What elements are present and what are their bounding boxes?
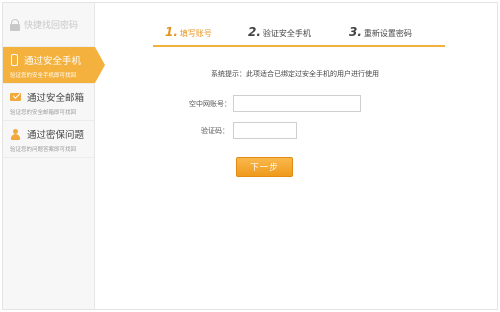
next-button[interactable]: 下一步: [236, 157, 293, 177]
captcha-row: 验证码：: [189, 122, 297, 139]
step-number: 2.: [248, 25, 261, 39]
sidebar: 快捷找回密码 通过安全手机 验证您的安全手机即可找回 通过安全邮箱 验证您的安全…: [3, 3, 105, 309]
sidebar-item-title: 通过安全手机: [24, 56, 82, 67]
step-progress: 1. 填写账号 2. 验证安全手机 3. 重新设置密码: [153, 25, 445, 47]
step-3: 3. 重新设置密码: [349, 25, 412, 39]
sidebar-item-phone[interactable]: 通过安全手机 验证您的安全手机即可找回: [3, 47, 105, 84]
sidebar-item-subtitle: 验证您的安全手机即可找回: [10, 73, 77, 79]
captcha-label: 验证码：: [201, 126, 229, 135]
step-label: 重新设置密码: [363, 29, 412, 38]
sidebar-item-title: 通过安全邮箱: [27, 93, 85, 104]
sidebar-item-subtitle: 验证您的安全邮箱即可找回: [10, 110, 77, 116]
captcha-input[interactable]: [233, 122, 297, 139]
user-icon: [10, 128, 21, 140]
recovery-panel: 快捷找回密码 通过安全手机 验证您的安全手机即可找回 通过安全邮箱 验证您的安全…: [2, 2, 498, 310]
sidebar-item-security-question[interactable]: 通过密保问题 验证您的问题答案即可找回: [3, 121, 94, 158]
step-number: 3.: [349, 25, 362, 39]
phone-icon: [11, 54, 18, 66]
sidebar-item-subtitle: 验证您的问题答案即可找回: [10, 147, 77, 153]
account-input[interactable]: [233, 95, 361, 112]
account-label: 空中网账号：: [189, 99, 231, 108]
step-1: 1. 填写账号: [165, 25, 212, 39]
sidebar-header-title: 快捷找回密码: [24, 21, 79, 31]
step-label: 验证安全手机: [262, 29, 311, 38]
sidebar-header: 快捷找回密码: [3, 3, 94, 47]
step-label: 填写账号: [179, 29, 212, 38]
account-row: 空中网账号：: [189, 95, 361, 112]
lock-icon: [10, 18, 20, 31]
sidebar-item-title: 通过密保问题: [27, 130, 85, 141]
step-number: 1.: [165, 25, 178, 39]
sidebar-item-email[interactable]: 通过安全邮箱 验证您的安全邮箱即可找回: [3, 84, 94, 121]
step-2: 2. 验证安全手机: [248, 25, 311, 39]
system-notice: 系统提示：此项适合已绑定过安全手机的用户进行使用: [211, 70, 379, 78]
mail-icon: [10, 93, 21, 101]
